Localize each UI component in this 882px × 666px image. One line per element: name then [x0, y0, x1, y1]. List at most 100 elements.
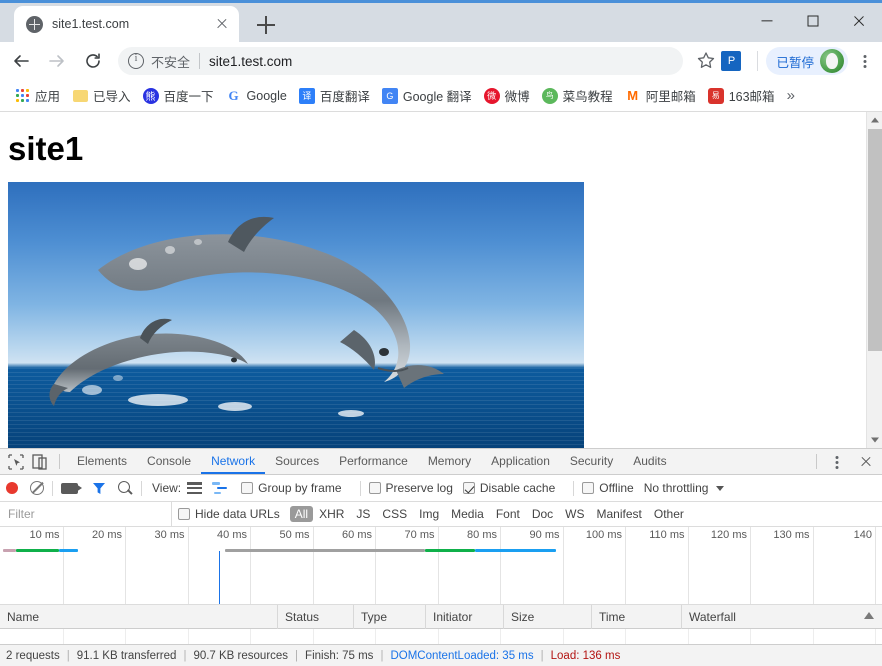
- scroll-down-arrow-icon[interactable]: [867, 432, 882, 448]
- group-by-frame-checkbox[interactable]: Group by frame: [241, 481, 342, 495]
- checkbox-label: Disable cache: [479, 481, 556, 495]
- tab-close-icon[interactable]: [213, 15, 231, 33]
- domcontentloaded-marker: [218, 551, 220, 604]
- bookmark-item-google-translate[interactable]: G Google 翻译: [376, 84, 478, 108]
- filter-type-manifest[interactable]: Manifest: [591, 507, 648, 521]
- column-header-type[interactable]: Type: [354, 604, 426, 629]
- window-maximize-button[interactable]: [790, 0, 836, 42]
- filter-funnel-icon[interactable]: [92, 482, 106, 495]
- water-splash: [338, 410, 364, 417]
- back-icon[interactable]: [6, 46, 36, 76]
- window-close-button[interactable]: [836, 0, 882, 42]
- bookmarks-overflow-icon[interactable]: »: [781, 87, 801, 104]
- devtools-close-icon[interactable]: [854, 450, 878, 474]
- timeline-request-bar: [3, 549, 16, 552]
- devtools-tab-sources[interactable]: Sources: [265, 449, 329, 474]
- offline-checkbox[interactable]: Offline: [582, 481, 634, 495]
- bookmark-item-163mail[interactable]: 易 163邮箱: [702, 84, 781, 108]
- forward-icon[interactable]: [42, 46, 72, 76]
- filter-input[interactable]: Filter: [0, 502, 172, 526]
- column-header-size[interactable]: Size: [504, 604, 592, 629]
- filter-type-doc[interactable]: Doc: [526, 507, 559, 521]
- checkbox-box[interactable]: [368, 482, 381, 494]
- list-view-icon[interactable]: [187, 482, 203, 494]
- page-viewport: site1: [0, 112, 882, 448]
- filter-type-ws[interactable]: WS: [559, 507, 590, 521]
- bookmark-item-baidu[interactable]: 熊 百度一下: [137, 84, 220, 108]
- chevron-down-icon[interactable]: [716, 485, 725, 491]
- devtools-tabbar: Elements Console Network Sources Perform…: [0, 449, 882, 475]
- checkbox-box[interactable]: [178, 508, 190, 520]
- status-domcontentloaded: DOMContentLoaded: 35 ms: [390, 649, 534, 662]
- filter-type-js[interactable]: JS: [350, 507, 376, 521]
- chrome-menu-icon[interactable]: [852, 46, 878, 76]
- filter-type-other[interactable]: Other: [648, 507, 690, 521]
- bookmark-item-google[interactable]: G Google: [220, 84, 293, 108]
- column-header-time[interactable]: Time: [592, 604, 682, 629]
- avatar: [820, 49, 844, 73]
- filmstrip-camera-icon[interactable]: [61, 482, 82, 494]
- devtools-more-icon[interactable]: [824, 447, 850, 477]
- bookmark-item-imported[interactable]: 已导入: [66, 84, 137, 108]
- reload-icon[interactable]: [78, 46, 108, 76]
- record-icon[interactable]: [6, 482, 18, 494]
- devtools-tab-elements[interactable]: Elements: [67, 449, 137, 474]
- browser-tab[interactable]: site1.test.com: [14, 6, 239, 42]
- profile-paused-pill[interactable]: 已暂停: [766, 47, 848, 75]
- devtools-tab-console[interactable]: Console: [137, 449, 201, 474]
- devtools-tab-memory[interactable]: Memory: [418, 449, 481, 474]
- filter-type-font[interactable]: Font: [490, 507, 526, 521]
- filter-type-all[interactable]: All: [289, 506, 314, 522]
- bookmark-item-baidu-fanyi[interactable]: 译 百度翻译: [293, 84, 376, 108]
- bookmark-label: 已导入: [93, 90, 131, 104]
- bookmark-label: 微博: [504, 90, 530, 104]
- disable-cache-checkbox[interactable]: Disable cache: [462, 481, 556, 495]
- scroll-up-arrow-icon[interactable]: [867, 112, 882, 128]
- bookmark-star-icon[interactable]: [691, 46, 721, 76]
- filter-type-img[interactable]: Img: [413, 507, 445, 521]
- search-icon[interactable]: [118, 480, 133, 496]
- bookmark-label: 163邮箱: [728, 90, 775, 104]
- devtools-tab-audits[interactable]: Audits: [623, 449, 676, 474]
- filter-type-css[interactable]: CSS: [376, 507, 413, 521]
- devtools-tab-application[interactable]: Application: [481, 449, 560, 474]
- column-header-status[interactable]: Status: [278, 604, 354, 629]
- inspect-element-icon[interactable]: [4, 450, 28, 474]
- address-bar[interactable]: 不安全 site1.test.com: [118, 47, 684, 75]
- bookmark-item-runoob[interactable]: 鸟 菜鸟教程: [536, 84, 619, 108]
- window-minimize-button[interactable]: [744, 0, 790, 42]
- waterfall-view-icon[interactable]: [212, 482, 229, 494]
- bookmark-item-apps[interactable]: 应用: [8, 84, 66, 108]
- google-translate-icon: G: [381, 87, 398, 104]
- checkbox-box[interactable]: [462, 482, 475, 494]
- timeline-tick: 50 ms: [280, 527, 314, 604]
- devtools-tab-security[interactable]: Security: [560, 449, 623, 474]
- devtools-tab-performance[interactable]: Performance: [329, 449, 418, 474]
- column-header-waterfall[interactable]: Waterfall: [682, 605, 882, 629]
- timeline-tick-label: 50 ms: [279, 529, 310, 541]
- network-overview-timeline[interactable]: 10 ms 20 ms 30 ms 40 ms 50 ms 60 ms 70 ms 80 ms…: [0, 527, 882, 605]
- device-toolbar-icon[interactable]: [28, 450, 52, 474]
- filter-type-media[interactable]: Media: [445, 507, 490, 521]
- scrollbar-thumb[interactable]: [868, 129, 882, 351]
- baidu-icon: 熊: [142, 87, 159, 104]
- timeline-tick: 70 ms: [405, 527, 439, 604]
- checkbox-box[interactable]: [241, 482, 254, 494]
- column-header-name[interactable]: Name: [0, 604, 278, 629]
- page-scrollbar[interactable]: [866, 112, 882, 448]
- sort-ascending-icon[interactable]: [864, 611, 874, 619]
- timeline-tick-label: 110 ms: [649, 529, 685, 541]
- throttling-select[interactable]: No throttling: [644, 481, 709, 495]
- filter-type-xhr[interactable]: XHR: [313, 507, 350, 521]
- hide-data-urls-checkbox[interactable]: Hide data URLs: [178, 507, 280, 521]
- timeline-tick-label: 10 ms: [29, 529, 60, 541]
- clear-icon[interactable]: [30, 481, 44, 495]
- checkbox-box[interactable]: [582, 482, 595, 494]
- preserve-log-checkbox[interactable]: Preserve log: [368, 481, 453, 495]
- column-header-initiator[interactable]: Initiator: [426, 604, 504, 629]
- bookmark-item-weibo[interactable]: 微 微博: [478, 84, 536, 108]
- extension-icon[interactable]: P: [721, 51, 742, 71]
- bookmark-item-alimail[interactable]: M 阿里邮箱: [619, 84, 702, 108]
- devtools-tab-network[interactable]: Network: [201, 449, 265, 474]
- new-tab-button[interactable]: [253, 12, 279, 38]
